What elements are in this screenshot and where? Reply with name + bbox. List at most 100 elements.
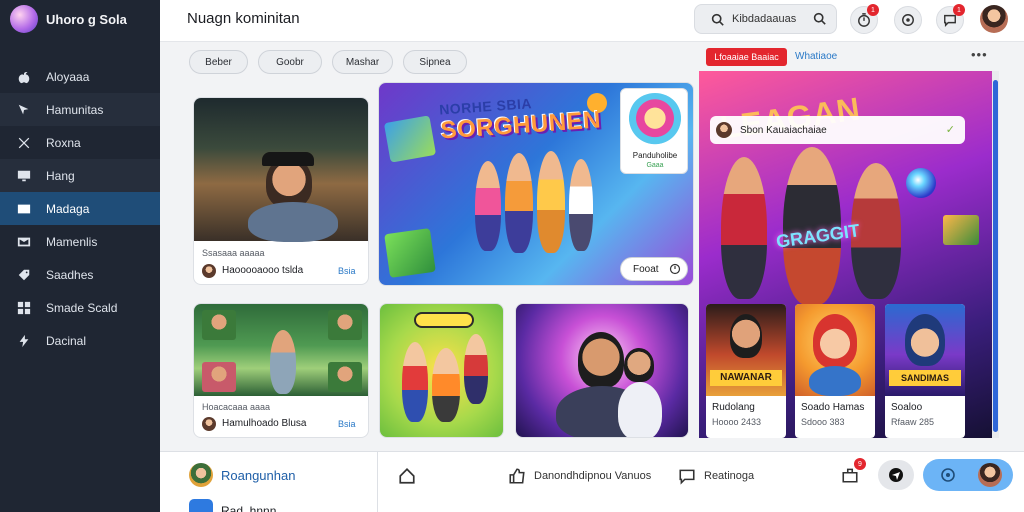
inset-face (202, 362, 236, 392)
media-icon (16, 201, 32, 217)
sidebar-item-hamunitas[interactable]: Hamunitas (0, 93, 160, 126)
record-button[interactable] (894, 6, 922, 34)
hero-dancer (537, 151, 565, 253)
filter-chips: Beber Goobr Mashar Sipnea (189, 50, 467, 74)
stream-card[interactable]: SANDIMAS Soaloo Rfaaw 285 (885, 304, 965, 438)
brand[interactable]: Uhoro g Sola (0, 0, 160, 38)
search-bar[interactable] (694, 4, 837, 34)
chip-sipnea[interactable]: Sipnea (403, 50, 467, 74)
author-avatar[interactable] (202, 417, 216, 431)
thumbs-up-icon (509, 468, 525, 484)
share-badge: 9 (854, 458, 866, 470)
video-card-cartoon[interactable] (379, 303, 504, 438)
card-action-link[interactable]: Bsia (338, 266, 356, 276)
stream-badge: SANDIMAS (889, 370, 961, 386)
author-avatar[interactable] (202, 264, 216, 278)
sidebar-item-mamenlis[interactable]: Mamenlis (0, 225, 160, 258)
stream-count: Sdooo 383 (801, 417, 845, 427)
cap-shape (262, 152, 314, 166)
chip-beber[interactable]: Beber (189, 50, 248, 74)
video-card-disco[interactable] (515, 303, 689, 438)
profile-name[interactable]: Roangunhan (221, 468, 295, 483)
stream-card[interactable]: Soado Hamas Sdooo 383 (795, 304, 875, 438)
scrollbar-thumb[interactable] (993, 80, 998, 432)
send-icon (889, 468, 903, 482)
page-title: Nuagn kominitan (187, 10, 300, 27)
stream-overlay-bar[interactable]: Sbon Kauaiachaiae ✓ (710, 116, 965, 144)
author-name[interactable]: Hamulhoado Blusa (222, 418, 307, 429)
stream-card[interactable]: NAWANAR Rudolang Hoooo 2433 (706, 304, 786, 438)
top-header: Nuagn kominitan 1 1 (160, 0, 1024, 42)
likes-button[interactable]: Danondhdipnou Vanuos (508, 464, 651, 488)
sidebar-item-madaga[interactable]: Madaga (0, 192, 160, 225)
hero-dancer (475, 161, 501, 251)
hero-promo-card[interactable]: Panduholibe Gaaa (620, 88, 688, 174)
stream-name: Soaloo (891, 402, 923, 413)
promo-label: Panduholibe (632, 151, 678, 160)
video-card-street[interactable]: Ssasaaa aaaaa Haooooaooo tslda Bsia (193, 97, 369, 285)
more-options-icon[interactable]: ••• (971, 47, 988, 62)
bottom-bar: Roangunhan Rad. hnnn Danondhdipnou Vanuo… (160, 451, 1024, 512)
messages-button[interactable]: 1 (936, 4, 965, 34)
card-action-link[interactable]: Bsia (338, 419, 356, 429)
cta-avatar (978, 463, 1002, 487)
right-panel-header: Lfoaaiae Baaiac Whatiaoe ••• (699, 44, 1009, 70)
search-input[interactable] (732, 13, 802, 25)
share-button[interactable]: 9 (832, 458, 868, 490)
host-figure (270, 330, 296, 394)
monitor-icon (16, 168, 32, 184)
timer-button[interactable]: 1 (850, 4, 879, 34)
video-thumbnail[interactable] (194, 98, 368, 242)
user-avatar[interactable] (980, 5, 1008, 33)
inset-face (202, 310, 236, 340)
sidebar: Uhoro g Sola Aloyaaa Hamunitas Roxna Han… (0, 0, 160, 512)
promo-image (627, 93, 683, 149)
sidebar-nav: Aloyaaa Hamunitas Roxna Hang Madaga Mame… (0, 60, 160, 357)
streamer-shirt (248, 202, 338, 242)
inbox-icon (16, 234, 32, 250)
stream-thumbnail (795, 304, 875, 396)
chip-goobr[interactable]: Goobr (258, 50, 322, 74)
author-name[interactable]: Haooooaooo tslda (222, 265, 303, 276)
sidebar-item-label: Smade Scald (46, 300, 118, 315)
inset-face (328, 362, 362, 392)
stream-shirt (809, 366, 861, 396)
bolt-icon (16, 333, 32, 349)
chip-mashar[interactable]: Mashar (332, 50, 393, 74)
sidebar-item-saadhes[interactable]: Saadhes (0, 258, 160, 291)
sidebar-item-dacinal[interactable]: Dacinal (0, 324, 160, 357)
hero-more-label: Fooat (633, 263, 659, 275)
overlay-text: Sbon Kauaiachaiae (740, 124, 827, 136)
sidebar-item-label: Madaga (46, 201, 90, 216)
hero-dancer (569, 159, 593, 251)
sidebar-item-smade-scald[interactable]: Smade Scald (0, 291, 160, 324)
comments-button[interactable]: Reatinoga (678, 464, 754, 488)
app-icon[interactable] (189, 499, 213, 512)
overlay-avatar (716, 122, 732, 138)
hero-thumb-left-bottom (384, 228, 436, 278)
home-button[interactable] (398, 464, 416, 488)
right-panel-title[interactable]: Whatiaoe (795, 51, 837, 62)
sidebar-item-label: Dacinal (46, 333, 87, 348)
camera-icon (941, 468, 955, 482)
sidebar-item-aloyaaa[interactable]: Aloyaaa (0, 60, 160, 93)
disco-orb (906, 168, 936, 198)
cartoon-figure (402, 342, 428, 422)
cartoon-figure (464, 334, 488, 404)
video-card-park[interactable]: Hoacacaaa aaaa Hamulhoado Blusa Bsia (193, 303, 369, 438)
stream-face (730, 314, 762, 358)
video-thumbnail[interactable] (194, 304, 368, 396)
hero-more-button[interactable]: Fooat (620, 257, 688, 281)
inset-face (328, 310, 362, 340)
profile-avatar[interactable] (189, 463, 213, 487)
host-face (578, 332, 624, 388)
search-submit-icon[interactable] (813, 12, 826, 25)
send-button[interactable] (878, 460, 914, 490)
sidebar-item-roxna[interactable]: Roxna (0, 126, 160, 159)
sidebar-item-hang[interactable]: Hang (0, 159, 160, 192)
live-call-button[interactable] (923, 459, 1013, 491)
app-label[interactable]: Rad. hnnn (221, 504, 276, 512)
live-badge[interactable]: Lfoaaiae Baaiac (706, 48, 787, 66)
check-icon[interactable]: ✓ (946, 123, 955, 136)
guest-face (624, 348, 654, 382)
